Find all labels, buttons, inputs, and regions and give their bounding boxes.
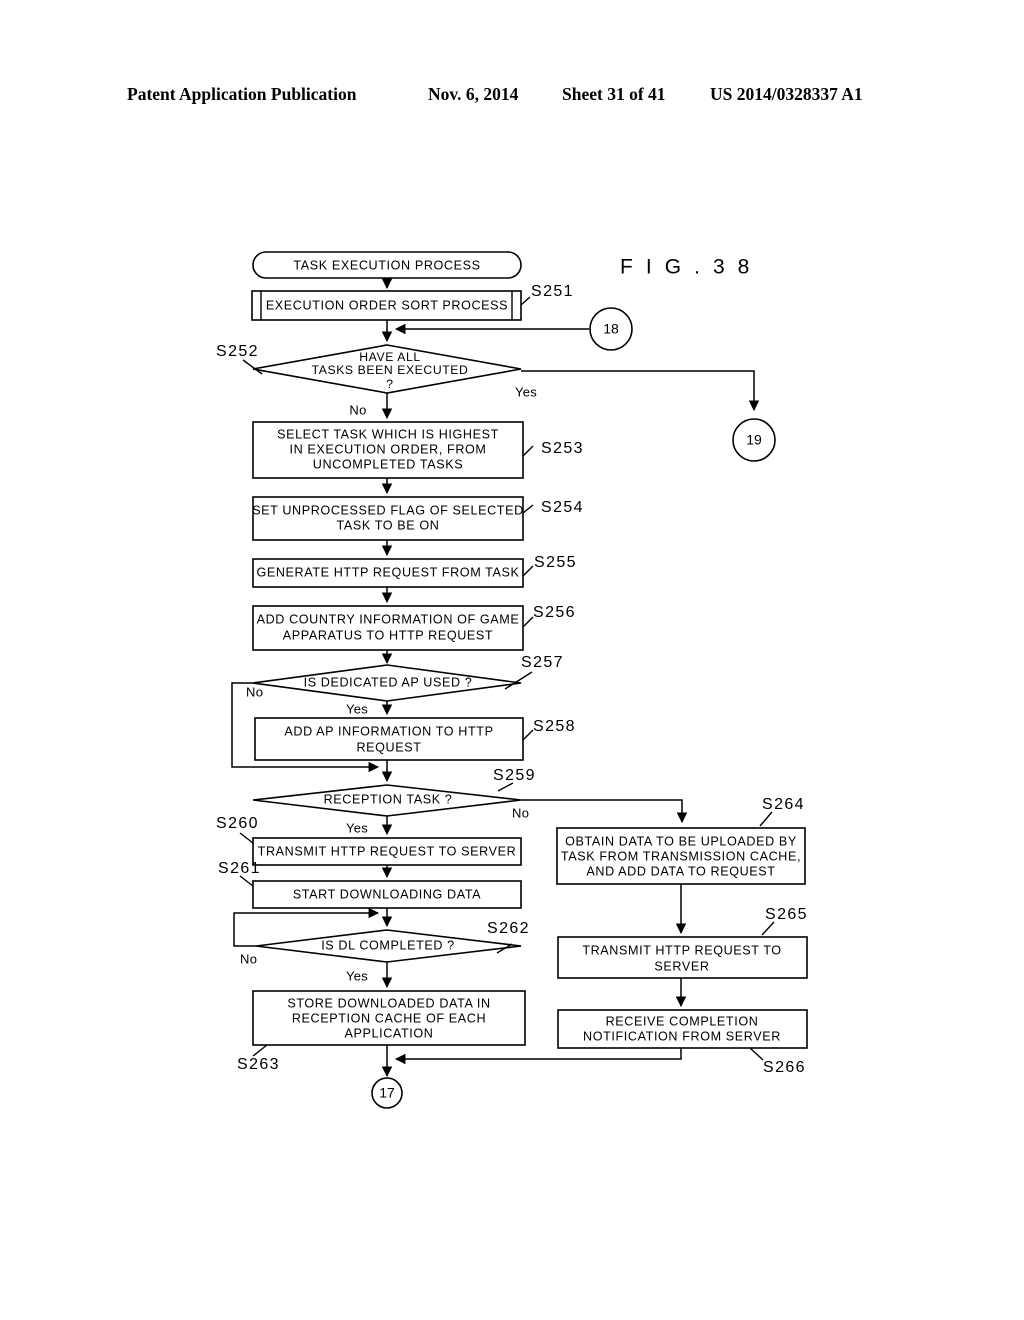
connector-18-label: 18 — [603, 321, 619, 337]
s265-text-line1: TRANSMIT HTTP REQUEST TO — [582, 943, 781, 957]
decision-s262-is-dl-completed: IS DL COMPLETED ? — [255, 929, 522, 963]
s257-no-label: No — [246, 684, 263, 699]
connector-out-17: 17 — [371, 1077, 403, 1109]
terminal-label: TASK EXECUTION PROCESS — [293, 258, 480, 272]
s262-yes-label: Yes — [346, 968, 368, 983]
s260-step-label: S260 — [216, 815, 259, 832]
s257-step-label: S257 — [521, 654, 564, 671]
s252-text-line2: TASKS BEEN EXECUTED — [312, 363, 469, 377]
s252-no-label: No — [349, 402, 366, 417]
s254-step-label: S254 — [541, 499, 584, 516]
s263-step-label: S263 — [237, 1056, 280, 1073]
s261-step-label: S261 — [218, 860, 261, 877]
connector-out-19: 19 — [732, 418, 776, 462]
s262-step-label: S262 — [487, 920, 530, 937]
s262-no-label: No — [240, 951, 257, 966]
step-s255-generate-http-request: GENERATE HTTP REQUEST FROM TASK — [252, 558, 524, 588]
s253-text-line3: UNCOMPLETED TASKS — [313, 457, 463, 471]
s253-text-line2: IN EXECUTION ORDER, FROM — [289, 442, 486, 456]
s254-text-line1: SET UNPROCESSED FLAG OF SELECTED — [252, 503, 524, 517]
s260-text-line1: TRANSMIT HTTP REQUEST TO SERVER — [258, 844, 517, 858]
s254-text-line2: TASK TO BE ON — [337, 518, 440, 532]
s266-text-line2: NOTIFICATION FROM SERVER — [583, 1029, 781, 1043]
s266-text-line1: RECEIVE COMPLETION — [606, 1014, 759, 1028]
s256-step-label: S256 — [533, 604, 576, 621]
decision-s257-is-dedicated-ap-used: IS DEDICATED AP USED ? — [252, 664, 522, 702]
decision-s252-have-all-tasks-been-executed: HAVE ALL TASKS BEEN EXECUTED ? — [252, 344, 522, 394]
s264-text-line2: TASK FROM TRANSMISSION CACHE, — [561, 849, 801, 863]
step-s254-set-unprocessed-flag: SET UNPROCESSED FLAG OF SELECTED TASK TO… — [252, 496, 524, 541]
s265-text-line2: SERVER — [654, 959, 709, 973]
s263-text-line2: RECEPTION CACHE OF EACH — [292, 1011, 486, 1025]
s252-text-line3: ? — [386, 377, 393, 391]
s255-text-line1: GENERATE HTTP REQUEST FROM TASK — [256, 565, 519, 579]
s259-text-line1: RECEPTION TASK ? — [324, 792, 453, 806]
connector-17-label: 17 — [379, 1085, 395, 1101]
s257-yes-label: Yes — [346, 701, 368, 716]
s262-text-line1: IS DL COMPLETED ? — [321, 938, 455, 952]
s264-step-label: S264 — [762, 796, 805, 813]
figure-title: F I G . 3 8 — [620, 256, 753, 279]
s263-text-line1: STORE DOWNLOADED DATA IN — [287, 996, 490, 1010]
s263-text-line3: APPLICATION — [345, 1026, 434, 1040]
step-s266-receive-completion-notification: RECEIVE COMPLETION NOTIFICATION FROM SER… — [557, 1009, 808, 1049]
step-s263-store-downloaded-data: STORE DOWNLOADED DATA IN RECEPTION CACHE… — [252, 990, 526, 1046]
s252-yes-label: Yes — [515, 384, 537, 399]
s258-text-line1: ADD AP INFORMATION TO HTTP — [284, 724, 493, 738]
s258-step-label: S258 — [533, 718, 576, 735]
step-s260-transmit-http-request-to-server: TRANSMIT HTTP REQUEST TO SERVER — [252, 837, 522, 866]
s253-text-line1: SELECT TASK WHICH IS HIGHEST — [277, 427, 499, 441]
s255-step-label: S255 — [534, 554, 577, 571]
s259-step-label: S259 — [493, 767, 536, 784]
s256-text-line1: ADD COUNTRY INFORMATION OF GAME — [257, 612, 520, 626]
step-s264-obtain-data-to-be-uploaded: OBTAIN DATA TO BE UPLOADED BY TASK FROM … — [556, 827, 806, 885]
step-s261-start-downloading-data: START DOWNLOADING DATA — [252, 880, 522, 909]
s251-step-label: S251 — [531, 283, 574, 300]
s252-step-label: S252 — [216, 343, 259, 360]
step-s251-execution-order-sort-process: EXECUTION ORDER SORT PROCESS — [251, 290, 522, 321]
s259-no-label: No — [512, 805, 529, 820]
s256-text-line2: APPARATUS TO HTTP REQUEST — [283, 628, 493, 642]
s264-text-line1: OBTAIN DATA TO BE UPLOADED BY — [565, 834, 797, 848]
s261-text-line1: START DOWNLOADING DATA — [293, 887, 481, 901]
connector-19-label: 19 — [746, 432, 762, 448]
step-s256-add-country-information: ADD COUNTRY INFORMATION OF GAME APPARATU… — [252, 605, 524, 651]
s264-text-line3: AND ADD DATA TO REQUEST — [586, 864, 775, 878]
connector-in-18: 18 — [589, 307, 633, 351]
s259-yes-label: Yes — [346, 820, 368, 835]
s253-step-label: S253 — [541, 440, 584, 457]
flowchart-figure: F I G . 3 8 TASK EXECUTION PROCESS EXECU… — [0, 0, 1024, 1320]
s252-text-line1: HAVE ALL — [359, 350, 420, 364]
step-s258-add-ap-information: ADD AP INFORMATION TO HTTP REQUEST — [254, 717, 524, 761]
decision-s259-reception-task: RECEPTION TASK ? — [252, 784, 522, 817]
s257-text-line1: IS DEDICATED AP USED ? — [304, 675, 473, 689]
s266-step-label: S266 — [763, 1059, 806, 1076]
s265-step-label: S265 — [765, 906, 808, 923]
s258-text-line2: REQUEST — [356, 740, 421, 754]
terminal-task-execution-process: TASK EXECUTION PROCESS — [252, 251, 522, 279]
step-s253-select-highest-task: SELECT TASK WHICH IS HIGHEST IN EXECUTIO… — [252, 421, 524, 479]
s251-text: EXECUTION ORDER SORT PROCESS — [266, 298, 508, 312]
step-s265-transmit-http-request-to-server: TRANSMIT HTTP REQUEST TO SERVER — [557, 936, 808, 979]
